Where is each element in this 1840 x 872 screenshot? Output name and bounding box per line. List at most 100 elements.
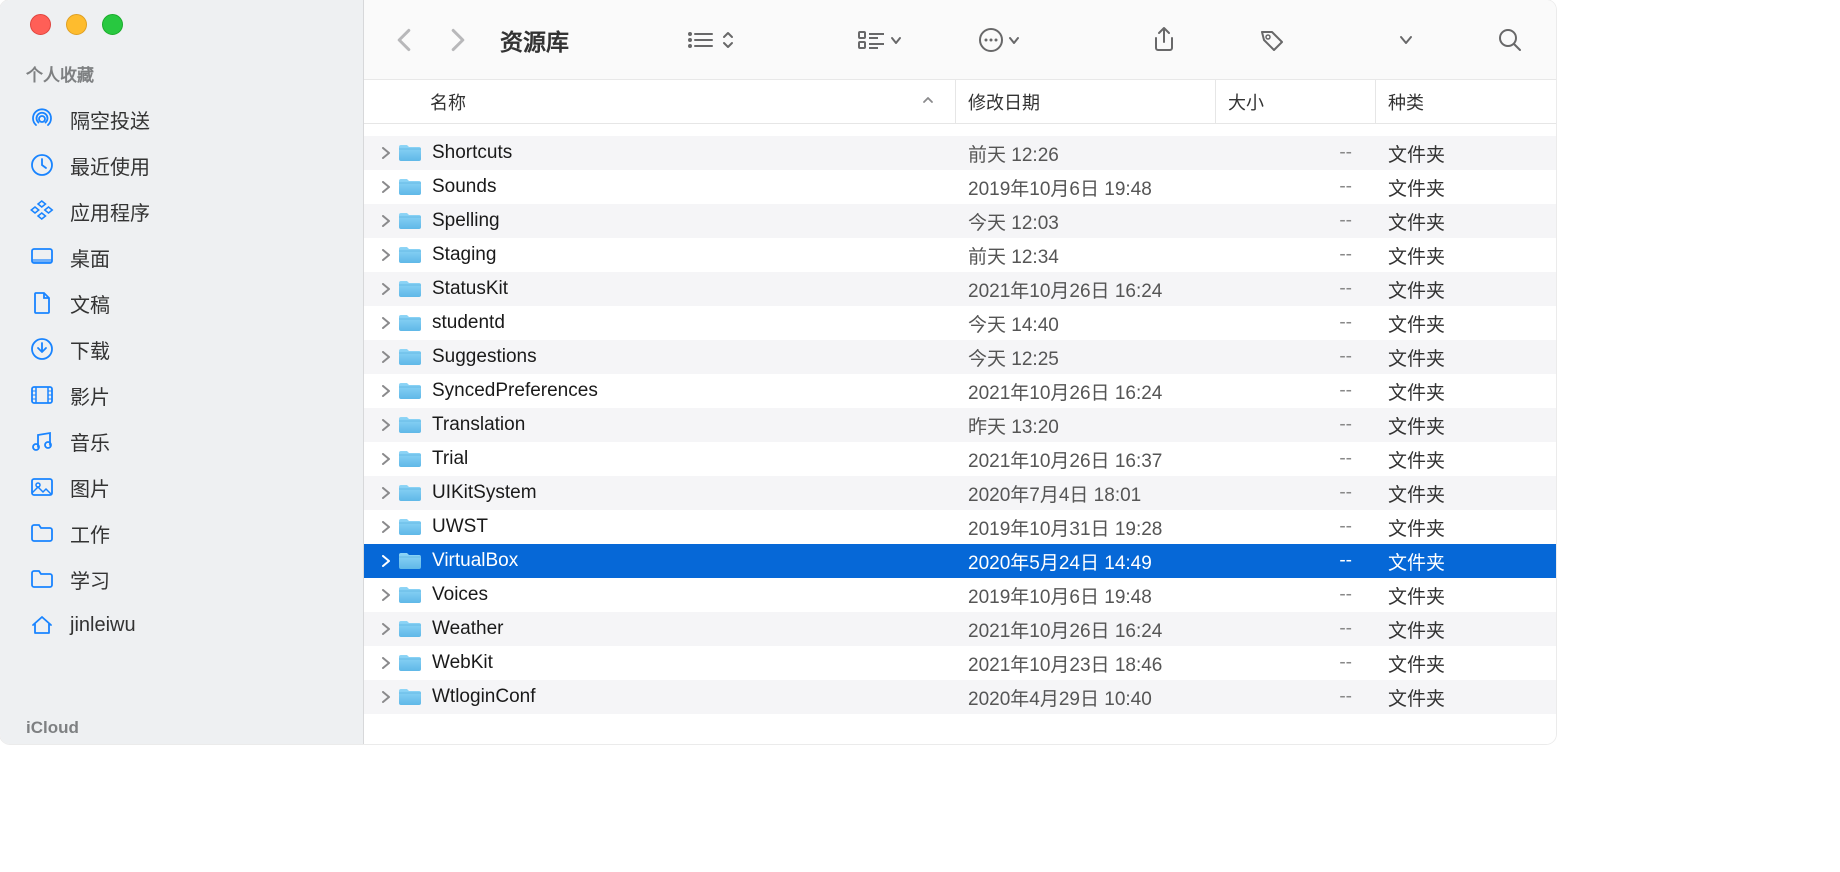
file-list[interactable]: Shortcuts前天 12:26--文件夹Sounds2019年10月6日 1… [364, 124, 1556, 744]
main-area: 资源库 [364, 0, 1556, 744]
sidebar-section-favorites: 个人收藏 [0, 61, 363, 96]
back-button[interactable] [390, 26, 418, 54]
sidebar-item-clock[interactable]: 最近使用 [10, 142, 353, 188]
disclosure-icon[interactable] [378, 145, 394, 161]
file-name: StatusKit [432, 278, 508, 300]
file-kind: 文件夹 [1376, 242, 1556, 269]
maximize-button[interactable] [102, 14, 123, 35]
file-name-cell: Sounds [364, 176, 956, 198]
disclosure-icon[interactable] [378, 213, 394, 229]
disclosure-icon[interactable] [378, 519, 394, 535]
file-kind: 文件夹 [1376, 310, 1556, 337]
file-row[interactable]: UWST2019年10月31日 19:28--文件夹 [364, 510, 1556, 544]
sidebar-item-home[interactable]: jinleiwu [10, 602, 353, 648]
sidebar-item-music[interactable]: 音乐 [10, 418, 353, 464]
file-row[interactable]: WtloginConf2020年4月29日 10:40--文件夹 [364, 680, 1556, 714]
disclosure-icon[interactable] [378, 349, 394, 365]
disclosure-icon[interactable] [378, 689, 394, 705]
file-row[interactable]: Shortcuts前天 12:26--文件夹 [364, 136, 1556, 170]
file-row[interactable] [364, 124, 1556, 136]
file-size: -- [1216, 652, 1376, 674]
file-size: -- [1216, 278, 1376, 300]
file-kind: 文件夹 [1376, 140, 1556, 167]
file-row[interactable]: Voices2019年10月6日 19:48--文件夹 [364, 578, 1556, 612]
movies-icon [28, 381, 56, 409]
view-list-button[interactable] [688, 24, 736, 56]
sort-indicator-icon [921, 91, 943, 112]
close-button[interactable] [30, 14, 51, 35]
file-row[interactable]: Spelling今天 12:03--文件夹 [364, 204, 1556, 238]
file-size: -- [1216, 550, 1376, 572]
file-name: Voices [432, 584, 488, 606]
disclosure-icon[interactable] [378, 315, 394, 331]
file-name-cell: Translation [364, 414, 956, 436]
file-row[interactable]: SyncedPreferences2021年10月26日 16:24--文件夹 [364, 374, 1556, 408]
disclosure-icon[interactable] [378, 587, 394, 603]
chevron-down-icon [1006, 29, 1022, 51]
file-size: -- [1216, 312, 1376, 334]
column-header-size[interactable]: 大小 [1216, 80, 1376, 123]
file-date: 2019年10月6日 19:48 [956, 174, 1216, 201]
file-name-cell: Spelling [364, 210, 956, 232]
sidebar-item-folder[interactable]: 工作 [10, 510, 353, 556]
sidebar-item-documents[interactable]: 文稿 [10, 280, 353, 326]
sidebar-item-folder[interactable]: 学习 [10, 556, 353, 602]
disclosure-icon[interactable] [378, 247, 394, 263]
file-row[interactable]: Suggestions今天 12:25--文件夹 [364, 340, 1556, 374]
file-row[interactable]: Weather2021年10月26日 16:24--文件夹 [364, 612, 1556, 646]
file-size: -- [1216, 482, 1376, 504]
file-size: -- [1216, 346, 1376, 368]
sidebar-item-airdrop[interactable]: 隔空投送 [10, 96, 353, 142]
file-size: -- [1216, 210, 1376, 232]
file-name: Weather [432, 618, 503, 640]
action-button[interactable] [978, 24, 1022, 56]
dropdown-button[interactable] [1386, 24, 1426, 56]
column-header-name[interactable]: 名称 [364, 80, 956, 123]
file-row[interactable]: Staging前天 12:34--文件夹 [364, 238, 1556, 272]
sidebar-item-label: 影片 [70, 381, 110, 410]
sidebar-item-label: 下载 [70, 335, 110, 364]
share-button[interactable] [1144, 24, 1184, 56]
disclosure-icon[interactable] [378, 451, 394, 467]
file-row[interactable]: StatusKit2021年10月26日 16:24--文件夹 [364, 272, 1556, 306]
search-button[interactable] [1490, 24, 1530, 56]
file-date: 今天 12:03 [956, 208, 1216, 235]
file-row[interactable]: Trial2021年10月26日 16:37--文件夹 [364, 442, 1556, 476]
file-size: -- [1216, 618, 1376, 640]
pictures-icon [28, 473, 56, 501]
group-button[interactable] [858, 24, 904, 56]
file-size: -- [1216, 244, 1376, 266]
column-header-date[interactable]: 修改日期 [956, 80, 1216, 123]
disclosure-icon[interactable] [378, 485, 394, 501]
downloads-icon [28, 335, 56, 363]
file-size: -- [1216, 584, 1376, 606]
sidebar-item-downloads[interactable]: 下载 [10, 326, 353, 372]
file-row[interactable]: UIKitSystem2020年7月4日 18:01--文件夹 [364, 476, 1556, 510]
sidebar-item-apps[interactable]: 应用程序 [10, 188, 353, 234]
file-row[interactable]: Translation昨天 13:20--文件夹 [364, 408, 1556, 442]
sidebar-item-movies[interactable]: 影片 [10, 372, 353, 418]
minimize-button[interactable] [66, 14, 87, 35]
sidebar-item-label: 隔空投送 [70, 105, 150, 134]
column-header-kind[interactable]: 种类 [1376, 80, 1556, 123]
file-size: -- [1216, 448, 1376, 470]
disclosure-icon[interactable] [378, 621, 394, 637]
sidebar-item-pictures[interactable]: 图片 [10, 464, 353, 510]
tags-button[interactable] [1252, 24, 1292, 56]
disclosure-icon[interactable] [378, 553, 394, 569]
window-title: 资源库 [500, 23, 569, 57]
forward-button[interactable] [444, 26, 472, 54]
disclosure-icon[interactable] [378, 417, 394, 433]
file-row[interactable]: studentd今天 14:40--文件夹 [364, 306, 1556, 340]
disclosure-icon[interactable] [378, 281, 394, 297]
file-date: 2020年7月4日 18:01 [956, 480, 1216, 507]
sidebar-item-desktop[interactable]: 桌面 [10, 234, 353, 280]
folder-icon [398, 143, 422, 163]
disclosure-icon[interactable] [378, 655, 394, 671]
file-row[interactable]: WebKit2021年10月23日 18:46--文件夹 [364, 646, 1556, 680]
file-name-cell: Staging [364, 244, 956, 266]
disclosure-icon[interactable] [378, 383, 394, 399]
disclosure-icon[interactable] [378, 179, 394, 195]
file-row[interactable]: VirtualBox2020年5月24日 14:49--文件夹 [364, 544, 1556, 578]
file-row[interactable]: Sounds2019年10月6日 19:48--文件夹 [364, 170, 1556, 204]
